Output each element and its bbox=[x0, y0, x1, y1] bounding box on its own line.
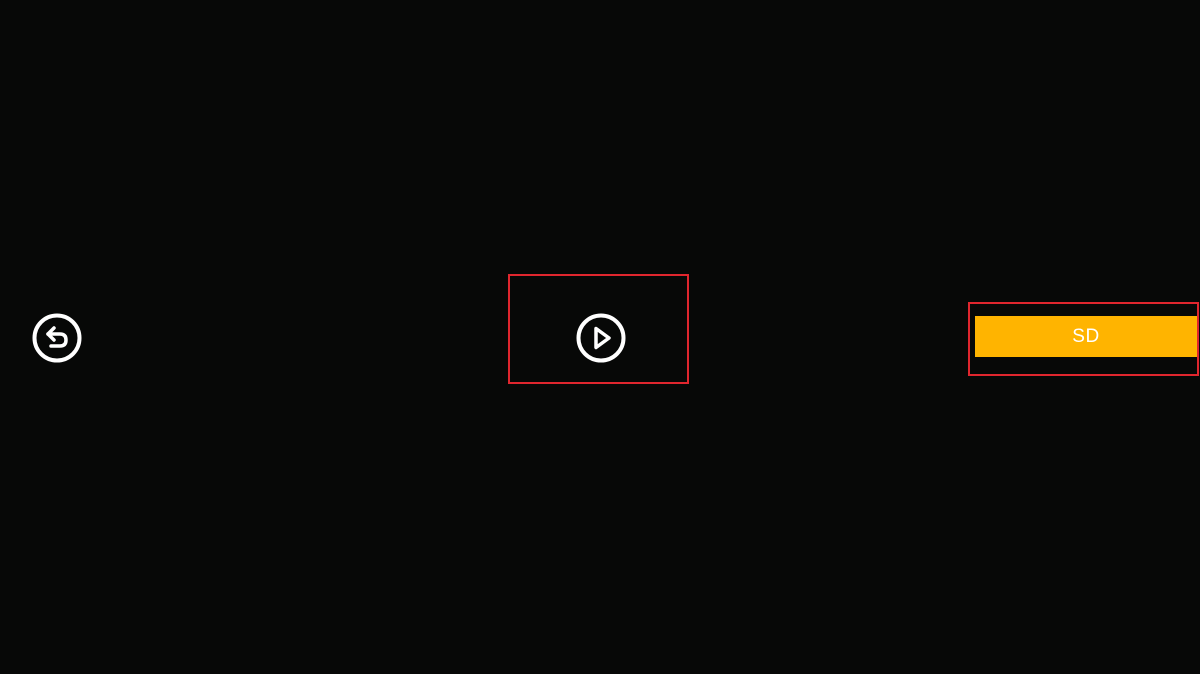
video-player-screen: SD bbox=[0, 0, 1200, 674]
back-button[interactable] bbox=[31, 312, 83, 364]
play-button[interactable] bbox=[575, 312, 627, 364]
back-arrow-circle-icon bbox=[32, 313, 82, 363]
quality-label: SD bbox=[1072, 325, 1100, 347]
play-circle-icon bbox=[576, 313, 626, 363]
quality-sd-button[interactable]: SD bbox=[975, 316, 1197, 357]
